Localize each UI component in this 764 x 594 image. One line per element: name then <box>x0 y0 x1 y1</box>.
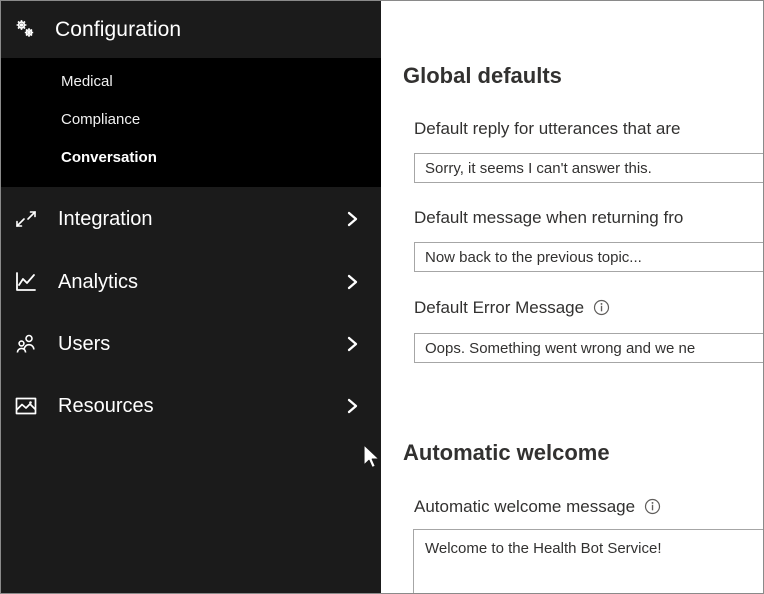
people-icon <box>12 330 40 358</box>
sidebar-item-label: Resources <box>58 395 341 418</box>
sidebar-item-integration[interactable]: Integration <box>1 197 381 241</box>
sidebar-item-analytics[interactable]: Analytics <box>1 260 381 304</box>
sidebar-submenu: Medical Compliance Conversation <box>1 58 381 187</box>
default-return-message-input[interactable]: Now back to the previous topic... <box>414 242 764 272</box>
sidebar: Configuration Medical Compliance Convers… <box>1 1 381 594</box>
chevron-right-icon[interactable] <box>341 273 365 291</box>
field-label-default-reply: Default reply for utterances that are <box>414 120 680 137</box>
sidebar-item-label: Users <box>58 333 341 356</box>
sidebar-item-label: Analytics <box>58 271 341 294</box>
sidebar-item-resources[interactable]: Resources <box>1 384 381 428</box>
automatic-welcome-message-textarea[interactable]: Welcome to the Health Bot Service! <box>413 529 764 594</box>
field-label-text: Default message when returning fro <box>414 209 683 226</box>
app-window: Configuration Medical Compliance Convers… <box>0 0 764 594</box>
field-label-default-return-message: Default message when returning fro <box>414 209 683 226</box>
field-label-default-error-message: Default Error Message <box>414 299 610 316</box>
sidebar-item-compliance[interactable]: Compliance <box>61 112 140 127</box>
section-title-global-defaults: Global defaults <box>403 65 562 87</box>
image-icon <box>12 392 40 420</box>
arrows-collapse-icon <box>12 205 40 233</box>
sidebar-nav: Integration Analytics <box>1 187 381 594</box>
info-circle-icon[interactable] <box>593 299 610 316</box>
sidebar-item-label: Integration <box>58 208 341 231</box>
gears-icon <box>13 17 39 43</box>
default-reply-input[interactable]: Sorry, it seems I can't answer this. <box>414 153 764 183</box>
sidebar-header[interactable]: Configuration <box>1 1 381 58</box>
sidebar-item-users[interactable]: Users <box>1 322 381 366</box>
page-title: Configuration <box>55 18 181 42</box>
line-chart-icon <box>12 268 40 296</box>
settings-panel: Global defaults Default reply for uttera… <box>381 1 764 594</box>
field-label-text: Default Error Message <box>414 299 584 316</box>
section-title-automatic-welcome: Automatic welcome <box>403 442 610 464</box>
sidebar-item-medical[interactable]: Medical <box>61 74 113 89</box>
field-label-automatic-welcome-message: Automatic welcome message <box>414 498 661 515</box>
field-label-text: Automatic welcome message <box>414 498 635 515</box>
field-label-text: Default reply for utterances that are <box>414 120 680 137</box>
chevron-right-icon[interactable] <box>341 335 365 353</box>
default-error-message-input[interactable]: Oops. Something went wrong and we ne <box>414 333 764 363</box>
chevron-right-icon[interactable] <box>341 397 365 415</box>
chevron-right-icon[interactable] <box>341 210 365 228</box>
info-circle-icon[interactable] <box>644 498 661 515</box>
sidebar-item-conversation[interactable]: Conversation <box>61 150 157 165</box>
